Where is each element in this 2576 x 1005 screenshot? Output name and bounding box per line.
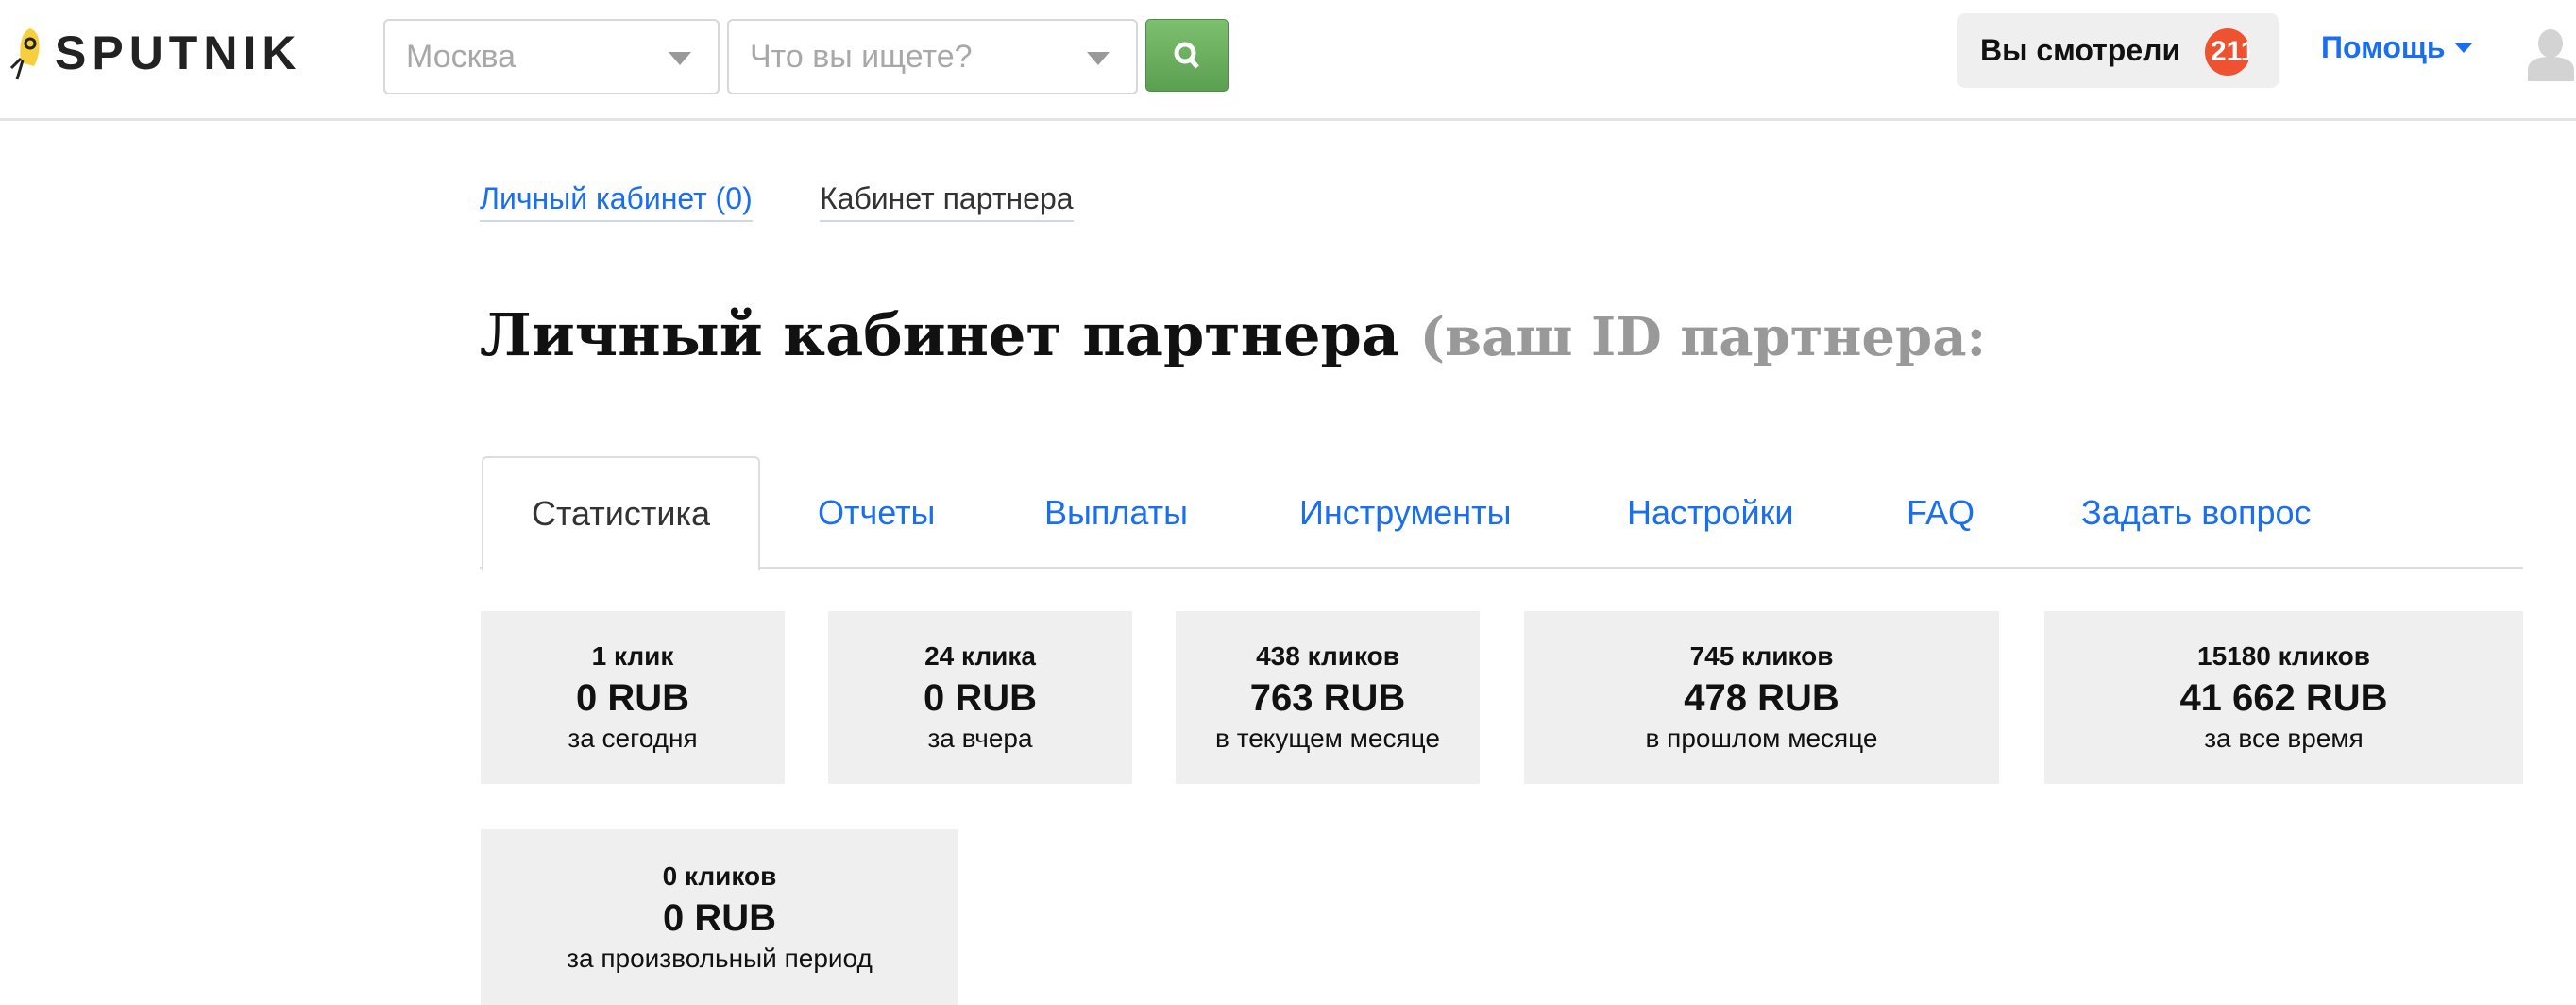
- stat-card-all-time: 15180 кликов 41 662 RUB за все время: [2044, 611, 2523, 784]
- help-menu[interactable]: Помощь: [2321, 30, 2472, 65]
- query-placeholder: Что вы ищете?: [750, 38, 973, 75]
- stat-amount: 41 662 RUB: [2179, 677, 2388, 719]
- stat-card-current-month: 438 кликов 763 RUB в текущем месяце: [1176, 611, 1480, 784]
- stat-period: за произвольный период: [567, 943, 873, 973]
- stat-clicks: 0 кликов: [662, 860, 777, 891]
- stat-period: в прошлом месяце: [1645, 724, 1878, 753]
- page-title-text: Личный кабинет партнера: [480, 300, 1400, 369]
- caret-down-icon: [2454, 43, 2472, 53]
- stat-period: за вчера: [927, 724, 1033, 753]
- stat-amount: 0 RUB: [923, 677, 1038, 719]
- chevron-down-icon: [669, 52, 691, 65]
- city-select-value: Москва: [406, 38, 517, 75]
- page-title: Личный кабинет партнера (ваш ID партнера…: [480, 300, 1986, 369]
- stat-card-today: 1 клик 0 RUB за сегодня: [481, 611, 785, 784]
- search-button[interactable]: [1145, 19, 1229, 92]
- help-label: Помощь: [2321, 30, 2446, 64]
- partner-account-link[interactable]: Кабинет партнера: [820, 181, 1074, 222]
- stat-amount: 0 RUB: [575, 677, 690, 719]
- stat-clicks: 438 кликов: [1256, 641, 1399, 671]
- viewed-button[interactable]: Вы смотрели 211: [1957, 13, 2279, 88]
- stat-amount: 763 RUB: [1249, 677, 1406, 719]
- viewed-label: Вы смотрели: [1980, 33, 2181, 67]
- query-select[interactable]: Что вы ищете?: [727, 19, 1138, 94]
- tab-reports[interactable]: Отчеты: [818, 456, 935, 569]
- stat-card-yesterday: 24 клика 0 RUB за вчера: [828, 611, 1132, 784]
- stat-amount: 0 RUB: [662, 896, 777, 939]
- tab-ask-question[interactable]: Задать вопрос: [2081, 456, 2312, 569]
- stat-period: за сегодня: [568, 724, 698, 753]
- logo[interactable]: SPUTNIK: [9, 25, 301, 81]
- partner-id-note: (ваш ID партнера:: [1419, 306, 1987, 368]
- search-icon: [1174, 42, 1199, 69]
- stat-clicks: 1 клик: [591, 641, 674, 671]
- logo-text: SPUTNIK: [55, 26, 302, 79]
- tab-settings[interactable]: Настройки: [1627, 456, 1794, 569]
- city-select[interactable]: Москва: [383, 19, 720, 94]
- stat-clicks: 15180 кликов: [2197, 641, 2370, 671]
- tab-tools[interactable]: Инструменты: [1299, 456, 1511, 569]
- chevron-down-icon: [1087, 52, 1110, 65]
- tab-faq[interactable]: FAQ: [1907, 456, 1974, 569]
- stat-clicks: 745 кликов: [1689, 641, 1834, 671]
- tabs: Статистика Отчеты Выплаты Инструменты На…: [480, 456, 2523, 571]
- rocket-icon: [9, 28, 40, 80]
- stat-period: в текущем месяце: [1215, 724, 1440, 753]
- stat-card-last-month: 745 кликов 478 RUB в прошлом месяце: [1524, 611, 1999, 784]
- tab-payouts[interactable]: Выплаты: [1044, 456, 1188, 569]
- personal-account-link[interactable]: Личный кабинет (0): [480, 181, 753, 222]
- viewed-count-badge: 211: [2205, 28, 2250, 76]
- stat-card-custom-period[interactable]: 0 кликов 0 RUB за произвольный период: [481, 829, 958, 1005]
- user-avatar-icon[interactable]: [2526, 28, 2576, 81]
- stat-clicks: 24 клика: [924, 641, 1036, 671]
- tab-statistics[interactable]: Статистика: [482, 456, 760, 571]
- stat-amount: 478 RUB: [1684, 677, 1839, 719]
- stat-period: за все время: [2204, 724, 2364, 753]
- header: SPUTNIK Москва Что вы ищете? Вы смотрели…: [0, 0, 2576, 121]
